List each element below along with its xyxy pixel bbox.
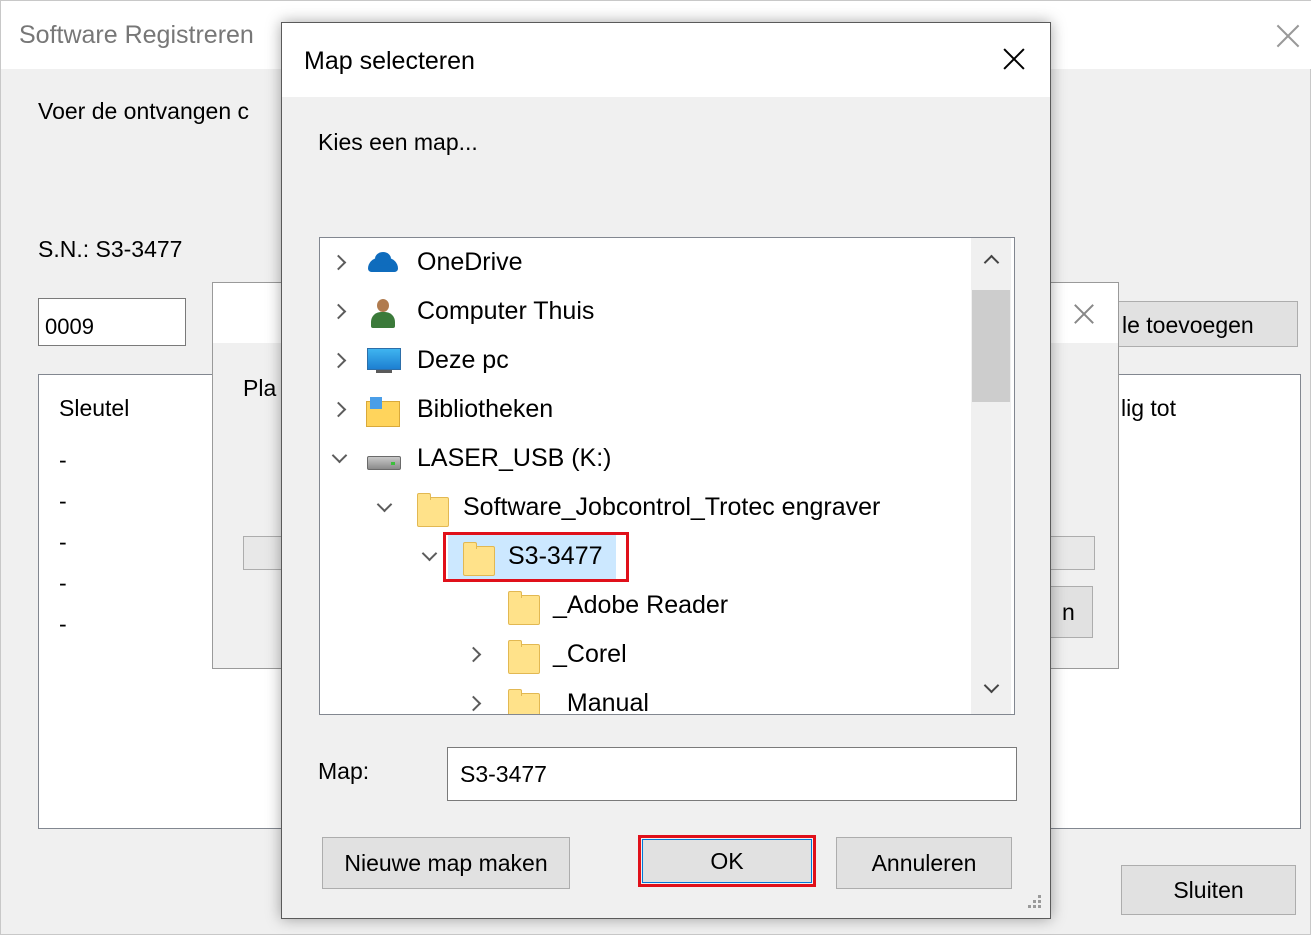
scrollbar-thumb[interactable] [972,290,1010,402]
tree-item-s3-3477[interactable]: S3-3477 [320,534,974,580]
map-label: Map: [318,758,370,784]
tree-item-corel[interactable]: _Corel [320,632,974,678]
close-icon[interactable] [1071,301,1097,327]
tree-item-manual[interactable]: _Manual [320,681,974,715]
code-input[interactable] [38,298,186,346]
tree-item-label: LASER_USB (K:) [417,444,612,472]
folder-tree[interactable]: OneDrive Computer Thuis Deze pc Biblioth… [319,237,1015,715]
list-item: - [59,611,67,637]
tree-item-software-jobcontrol[interactable]: Software_Jobcontrol_Trotec engraver [320,485,974,531]
chevron-down-icon[interactable] [330,450,348,468]
tree-item-adobe-reader[interactable]: _Adobe Reader [320,583,974,629]
list-item: - [59,570,67,596]
folder-select-dialog: Map selecteren Kies een map... OneDrive … [281,22,1051,919]
folder-icon [508,640,542,674]
user-icon [366,297,400,328]
dialog-title-bar: Map selecteren [282,23,1050,97]
cancel-button[interactable]: Annuleren [836,837,1012,889]
tree-item-label: Bibliotheken [417,395,554,423]
tree-item-label: _Manual [553,689,649,715]
folder-icon [508,591,542,625]
tree-item-label: OneDrive [417,248,523,276]
dialog-title: Map selecteren [304,47,475,75]
add-button[interactable]: le toevoegen [1101,301,1298,347]
list-item: - [59,529,67,555]
tree-item-laser-usb[interactable]: LASER_USB (K:) [320,436,974,482]
instruction-text: Voer de ontvangen c [38,98,249,124]
folder-icon [508,689,542,714]
pc-icon [366,346,401,376]
list-item: - [59,488,67,514]
column-header-valid-until: lig tot [1121,395,1176,421]
chevron-down-icon[interactable] [981,680,1001,700]
ok-button[interactable]: OK [642,839,812,883]
chevron-down-icon[interactable] [375,499,393,517]
vertical-scrollbar[interactable] [971,238,1011,714]
selected-folder-highlight-box [443,532,629,582]
window-title: Software Registreren [19,21,254,49]
column-header-key: Sleutel [59,395,130,421]
close-icon[interactable] [1000,45,1028,73]
chevron-right-icon[interactable] [330,352,348,370]
usb-drive-icon [366,444,401,474]
chevron-up-icon[interactable] [981,250,1001,270]
new-folder-button[interactable]: Nieuwe map maken [322,837,570,889]
folder-icon [417,493,451,527]
tree-item-label: Computer Thuis [417,297,595,325]
tree-item-label: _Adobe Reader [553,591,729,619]
chevron-right-icon[interactable] [330,303,348,321]
chevron-right-icon[interactable] [330,254,348,272]
chevron-right-icon[interactable] [330,401,348,419]
serial-number: S.N.: S3-3477 [38,236,183,262]
onedrive-icon [366,248,400,278]
tree-item-bibliotheken[interactable]: Bibliotheken [320,387,974,433]
tree-item-deze-pc[interactable]: Deze pc [320,338,974,384]
close-icon[interactable] [1273,21,1303,51]
tree-item-computer-thuis[interactable]: Computer Thuis [320,289,974,335]
chevron-right-icon[interactable] [465,695,483,713]
library-icon [366,395,400,427]
resize-grip-icon[interactable] [1024,891,1044,911]
tree-item-label: Software_Jobcontrol_Trotec engraver [463,493,881,521]
chevron-right-icon[interactable] [465,646,483,664]
tree-item-onedrive[interactable]: OneDrive [320,240,974,286]
chevron-down-icon[interactable] [420,548,438,566]
list-item: - [59,447,67,473]
map-input[interactable] [447,747,1017,801]
close-button[interactable]: Sluiten [1121,865,1296,915]
tree-item-label: _Corel [553,640,627,668]
dialog-prompt: Kies een map... [318,129,478,155]
middle-dialog-label: Pla [243,375,277,401]
tree-item-label: Deze pc [417,346,509,374]
